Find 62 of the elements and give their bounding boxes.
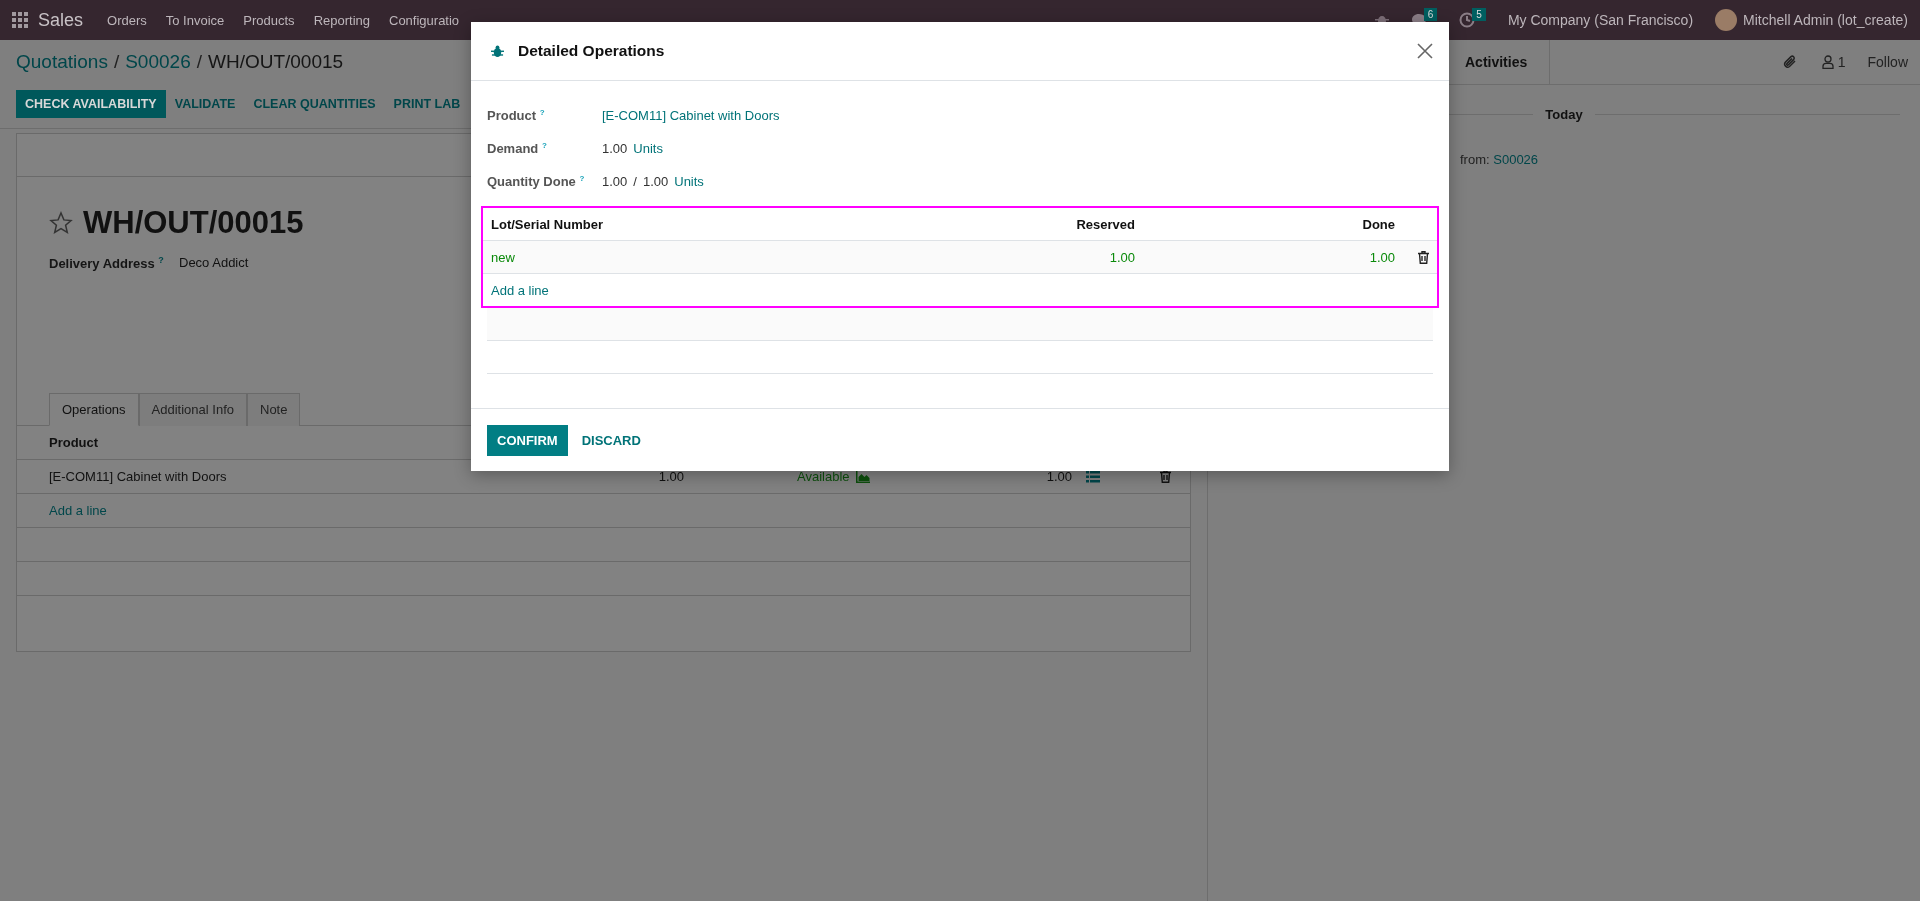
column-header: Done [1361, 216, 1395, 232]
discard-button[interactable]: DISCARD [571, 424, 651, 456]
date-separator: Today [1545, 107, 1583, 122]
field-value: 1.00 [602, 174, 628, 189]
clock-icon [1459, 12, 1476, 28]
add-line-link[interactable]: Add a line [491, 282, 935, 298]
menu-item[interactable]: Configuratio [389, 12, 460, 28]
tab[interactable]: Operations [49, 393, 139, 427]
dialog-title: Detailed Operations [518, 42, 666, 60]
column-header: Product [49, 435, 99, 451]
availability-status: Available [797, 469, 850, 485]
trash-icon[interactable] [1160, 470, 1171, 484]
page-title: WH/OUT/00015 [208, 51, 344, 73]
area-chart-icon[interactable] [855, 470, 870, 483]
column-header: Reserved [1075, 216, 1135, 232]
avatar [1715, 9, 1738, 31]
table-cell-text: new [491, 249, 516, 265]
breadcrumb-separator: / [196, 51, 202, 73]
star-icon[interactable] [49, 211, 73, 235]
follow-button[interactable]: Follow [1867, 54, 1908, 70]
company-switcher[interactable]: My Company (San Francisco) [1507, 12, 1694, 28]
breadcrumb-separator: / [113, 51, 120, 73]
trash-icon[interactable] [1418, 250, 1429, 264]
tab[interactable]: Note [247, 393, 301, 427]
list-icon[interactable] [1086, 470, 1100, 483]
close-icon[interactable] [1417, 43, 1433, 59]
field-value: / [633, 174, 637, 189]
app-name[interactable]: Sales [38, 9, 84, 31]
apps-grid-icon [12, 12, 28, 28]
field-link[interactable]: Units [633, 141, 663, 156]
bug-icon [491, 44, 504, 58]
followers-button[interactable]: 1 [1821, 54, 1846, 70]
table-cell-text: 1.00 [1368, 249, 1395, 265]
action-button[interactable]: CHECK AVAILABILITY [16, 90, 166, 118]
column-header: Lot/Serial Number [491, 216, 604, 232]
confirm-button[interactable]: CONFIRM [487, 424, 568, 456]
field-label: Delivery Address $^{?}$ [49, 255, 165, 272]
field-link[interactable]: [E-COM11] Cabinet with Doors [602, 108, 780, 123]
table-cell: [E-COM11] Cabinet with Doors [49, 469, 227, 485]
field-value: Deco Addict [179, 255, 249, 272]
field-value: 1.00 [602, 141, 628, 156]
field-label: Quantity Done $^{?}$ [487, 173, 586, 190]
message-text: from: [1460, 152, 1490, 167]
field-value: 1.00 [642, 174, 669, 189]
tab[interactable]: Additional Info [138, 393, 247, 427]
menu-item[interactable]: Reporting [313, 12, 370, 28]
activities-button[interactable]: Activities [1465, 54, 1528, 70]
count-badge: 5 [1472, 7, 1486, 21]
paperclip-icon[interactable] [1781, 54, 1798, 70]
user-menu[interactable]: Mitchell Admin (lot_create) [1743, 12, 1908, 28]
record-title: WH/OUT/00015 [83, 205, 304, 241]
field-link[interactable]: Units [674, 174, 704, 189]
menu-item[interactable]: Products [243, 12, 295, 28]
menu-item[interactable]: To Invoice [165, 12, 225, 28]
table-cell-text: 1.00 [1108, 249, 1135, 265]
menu-item[interactable]: Orders [107, 12, 147, 28]
person-icon [1821, 55, 1834, 69]
field-label: Demand $^{?}$ [487, 140, 548, 157]
field-label: Product $^{?}$ [487, 107, 546, 124]
table-cell: 1.00 [658, 469, 684, 485]
count-badge: 6 [1423, 7, 1438, 21]
table-cell: 1.00 [1046, 469, 1072, 485]
